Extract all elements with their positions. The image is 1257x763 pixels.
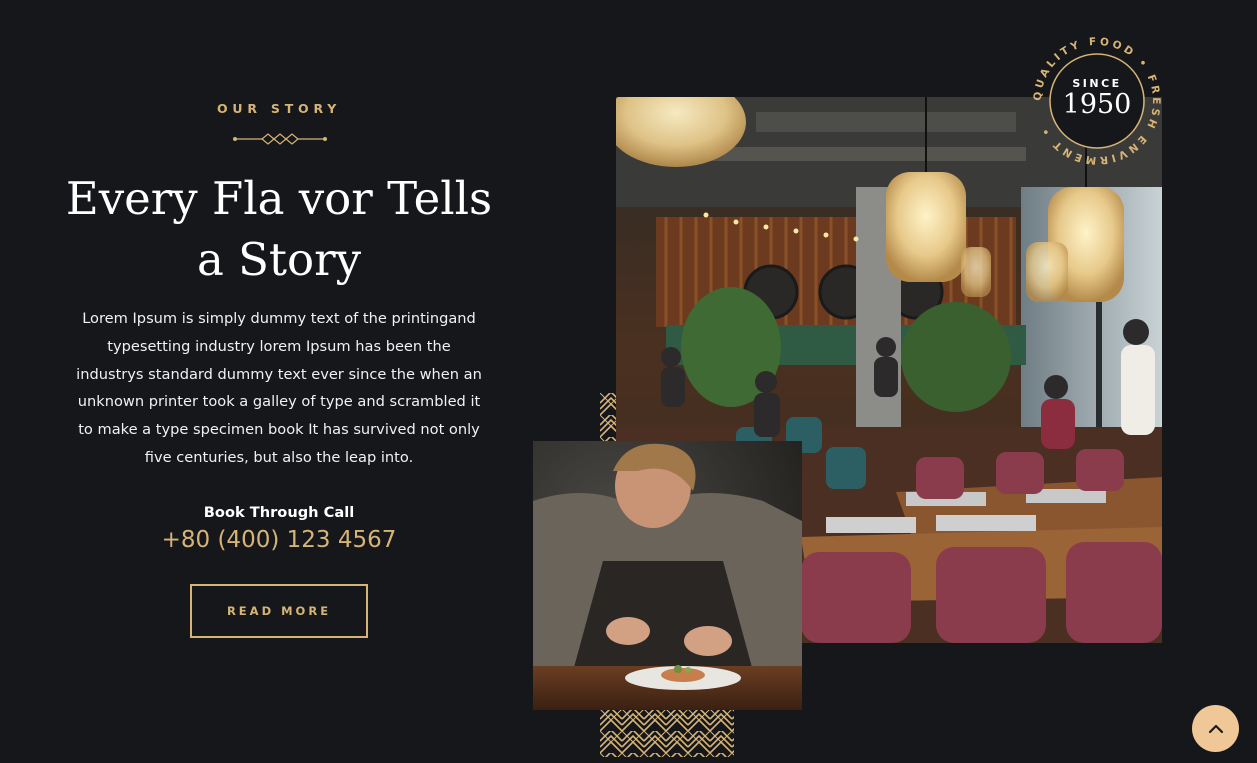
chevron-up-icon [1208, 724, 1223, 733]
phone-number-link[interactable]: +80 (400) 123 4567 [60, 527, 498, 553]
section-heading: Every Fla vor Tells a Story [65, 172, 493, 286]
badge-year: 1950 [1063, 89, 1132, 120]
book-through-call-label: Book Through Call [203, 504, 355, 521]
section-eyebrow: OUR STORY [216, 101, 342, 116]
read-more-button[interactable]: READ MORE [190, 584, 368, 638]
chef-plating-image [533, 441, 802, 710]
story-paragraph: Lorem Ipsum is simply dummy text of the … [76, 310, 482, 466]
scroll-to-top-button[interactable] [1192, 705, 1239, 752]
ornament-divider [233, 133, 327, 145]
since-1950-badge: QUALITY FOOD • FRESH ENVIRMENT • SINCE 1… [1032, 36, 1159, 167]
art-deco-pattern-bottom [600, 709, 734, 757]
